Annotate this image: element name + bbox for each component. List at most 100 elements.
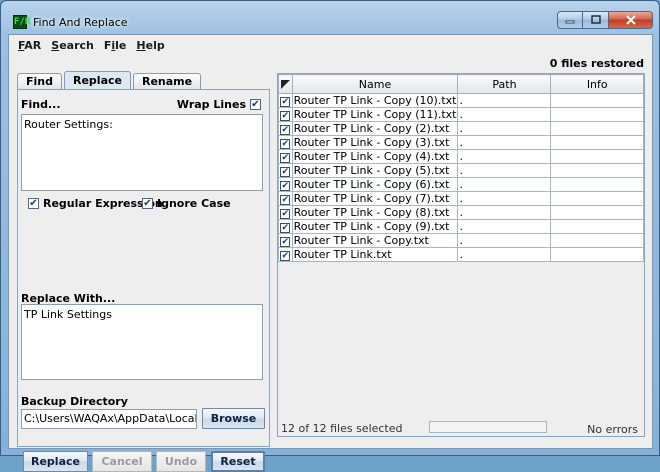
menu-help[interactable]: Help [131, 39, 169, 52]
wrap-lines-check-icon: ✔ [250, 99, 261, 110]
cell-info [550, 247, 644, 262]
title-bar[interactable]: F∕R Find And Replace [1, 1, 659, 31]
row-checkbox[interactable]: ✔ [278, 163, 293, 178]
table-row[interactable]: ✔ Router TP Link - Copy (11).txt. [278, 107, 644, 122]
cell-name: Router TP Link - Copy.txt [291, 233, 459, 248]
row-check-icon: ✔ [280, 111, 291, 121]
table-row[interactable]: ✔ Router TP Link - Copy (7).txt. [278, 191, 644, 206]
cell-info [550, 233, 644, 248]
table-row[interactable]: ✔ Router TP Link - Copy (8).txt. [278, 205, 644, 220]
tab-bar: Find Replace Rename [17, 71, 203, 89]
cancel-button[interactable]: Cancel [92, 451, 152, 472]
column-header-info[interactable]: Info [550, 74, 644, 94]
selection-status: 12 of 12 files selected [281, 421, 403, 435]
table-row[interactable]: ✔ Router TP Link.txt. [278, 247, 644, 262]
cell-name: Router TP Link - Copy (5).txt [291, 163, 459, 178]
cell-path: . [457, 107, 552, 122]
tab-find[interactable]: Find [17, 73, 62, 89]
row-checkbox[interactable]: ✔ [278, 233, 293, 248]
minimize-icon [565, 20, 575, 24]
window-title: Find And Replace [33, 16, 128, 29]
cell-info [550, 219, 644, 234]
menu-far[interactable]: FAR [13, 39, 46, 52]
progress-bar [429, 421, 547, 433]
menu-search[interactable]: Search [46, 39, 99, 52]
table-row[interactable]: ✔ Router TP Link - Copy (3).txt. [278, 135, 644, 150]
caption-buttons [557, 11, 653, 29]
cell-path: . [457, 163, 552, 178]
backup-directory-label: Backup Directory [21, 395, 128, 408]
cell-name: Router TP Link - Copy (11).txt [291, 107, 459, 122]
row-check-icon: ✔ [280, 97, 291, 107]
undo-button[interactable]: Undo [156, 451, 206, 472]
table-row[interactable]: ✔ Router TP Link - Copy (10).txt. [278, 93, 644, 108]
minimize-button[interactable] [557, 11, 583, 29]
maximize-button[interactable] [583, 11, 609, 29]
cell-info [550, 149, 644, 164]
row-check-icon: ✔ [280, 181, 291, 191]
row-check-icon: ✔ [280, 195, 291, 205]
cell-name: Router TP Link - Copy (2).txt [291, 121, 459, 136]
row-checkbox[interactable]: ✔ [278, 149, 293, 164]
cell-name: Router TP Link.txt [291, 247, 459, 262]
cell-info [550, 135, 644, 150]
cell-info [550, 177, 644, 192]
cell-info [550, 163, 644, 178]
cell-path: . [457, 233, 552, 248]
table-row[interactable]: ✔ Router TP Link - Copy (2).txt. [278, 121, 644, 136]
browse-button[interactable]: Browse [202, 408, 265, 429]
cell-info [550, 107, 644, 122]
row-checkbox[interactable]: ✔ [278, 121, 293, 136]
wrap-lines-checkbox[interactable]: Wrap Lines ✔ [177, 98, 265, 111]
close-icon [625, 15, 636, 25]
row-checkbox[interactable]: ✔ [278, 93, 293, 108]
find-textarea[interactable]: Router Settings: [21, 114, 263, 191]
corner-triangle-icon [280, 79, 290, 89]
tab-rename[interactable]: Rename [132, 73, 202, 89]
regex-check-icon: ✔ [28, 198, 39, 209]
cell-path: . [457, 177, 552, 192]
cell-name: Router TP Link - Copy (6).txt [291, 177, 459, 192]
close-button[interactable] [609, 11, 653, 29]
ignore-case-label: Ignore Case [157, 197, 231, 210]
cell-path: . [457, 149, 552, 164]
select-all-corner[interactable] [278, 74, 293, 94]
reset-button[interactable]: Reset [211, 451, 265, 472]
cell-info [550, 121, 644, 136]
table-row[interactable]: ✔ Router TP Link - Copy (4).txt. [278, 149, 644, 164]
replace-button[interactable]: Replace [23, 451, 88, 472]
menu-file-label: File [103, 38, 127, 52]
row-checkbox[interactable]: ✔ [278, 191, 293, 206]
row-check-icon: ✔ [280, 153, 291, 163]
menu-search-label: Search [51, 38, 94, 52]
table-row[interactable]: ✔ Router TP Link - Copy (5).txt. [278, 163, 644, 178]
menu-file[interactable]: File [99, 39, 132, 52]
menu-far-label: FAR [18, 38, 42, 52]
ignore-case-check-icon: ✔ [142, 198, 153, 209]
row-checkbox[interactable]: ✔ [278, 135, 293, 150]
file-table-container: Name Path Info ✔ Router TP Link - Copy (1… [277, 73, 645, 437]
column-header-name[interactable]: Name [291, 74, 459, 94]
ignore-case-checkbox[interactable]: ✔ Ignore Case [142, 197, 231, 210]
menu-bar: FAR Search File Help [9, 35, 652, 55]
row-checkbox[interactable]: ✔ [278, 177, 293, 192]
table-row[interactable]: ✔ Router TP Link - Copy (9).txt. [278, 219, 644, 234]
row-checkbox[interactable]: ✔ [278, 205, 293, 220]
menu-help-label: Help [136, 38, 165, 52]
table-header-row: Name Path Info [278, 74, 644, 94]
table-row[interactable]: ✔ Router TP Link - Copy (6).txt. [278, 177, 644, 192]
table-row[interactable]: ✔ Router TP Link - Copy.txt. [278, 233, 644, 248]
files-restored-status: 0 files restored [549, 57, 644, 70]
cell-name: Router TP Link - Copy (4).txt [291, 149, 459, 164]
client-area: FAR Search File Help 0 files restored Fi… [8, 34, 653, 472]
cell-info [550, 205, 644, 220]
row-checkbox[interactable]: ✔ [278, 107, 293, 122]
row-check-icon: ✔ [280, 125, 291, 135]
row-check-icon: ✔ [280, 223, 291, 233]
column-header-path[interactable]: Path [457, 74, 552, 94]
backup-path-field[interactable]: C:\Users\WAQAx\AppData\Local\Temp [21, 409, 197, 429]
replace-textarea[interactable]: TP Link Settings [21, 304, 263, 380]
row-checkbox[interactable]: ✔ [278, 247, 293, 262]
row-checkbox[interactable]: ✔ [278, 219, 293, 234]
tab-replace[interactable]: Replace [64, 71, 131, 89]
